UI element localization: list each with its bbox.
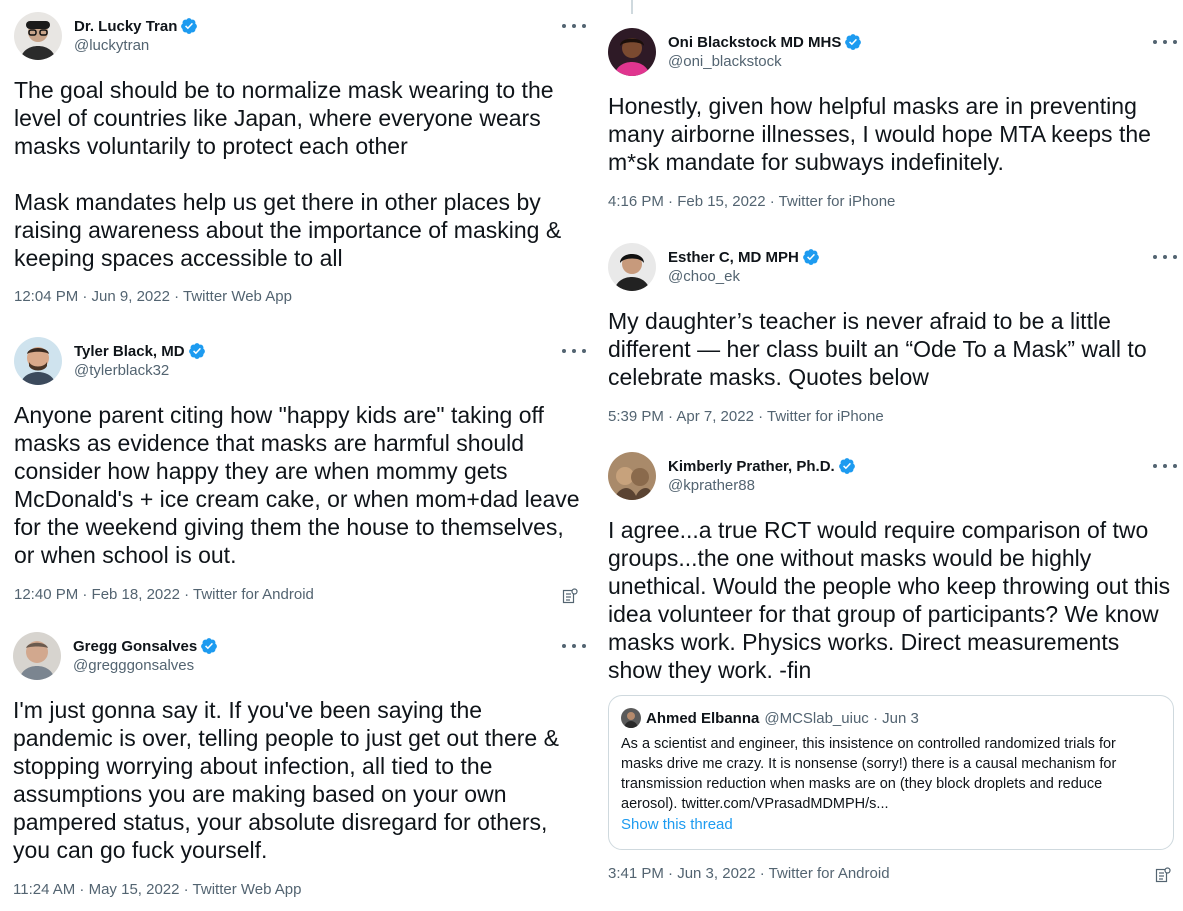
tweet-paragraph: I agree...a true RCT would require compa…	[608, 517, 1171, 683]
author-handle[interactable]: @luckytran	[74, 37, 149, 54]
author-handle[interactable]: @tylerblack32	[74, 362, 169, 379]
quoted-author-name: Ahmed Elbanna	[646, 709, 760, 727]
author-handle[interactable]: @choo_ek	[668, 268, 740, 285]
show-thread-link[interactable]: Show this thread	[621, 816, 733, 833]
avatar[interactable]	[14, 337, 62, 385]
avatar[interactable]	[14, 12, 62, 60]
verified-badge-icon	[802, 248, 820, 266]
tweet-paragraph: The goal should be to normalize mask wea…	[14, 77, 554, 159]
avatar[interactable]	[608, 243, 656, 291]
more-options-icon[interactable]	[562, 638, 586, 654]
tweet-timestamp[interactable]: 3:41 PM · Jun 3, 2022 · Twitter for Andr…	[608, 865, 890, 882]
tweet-text: Anyone parent citing how "happy kids are…	[14, 401, 584, 569]
tweet-luckytran: Dr. Lucky Tran @luckytran The goal shoul…	[14, 12, 586, 312]
quoted-tweet[interactable]: Ahmed Elbanna @MCSlab_uiuc · Jun 3 As a …	[608, 695, 1174, 850]
verified-badge-icon	[180, 17, 198, 35]
tweet-text: I'm just gonna say it. If you've been sa…	[13, 696, 573, 864]
analytics-icon[interactable]	[1155, 867, 1171, 883]
author-name-text[interactable]: Dr. Lucky Tran	[74, 18, 177, 35]
tweet-paragraph: Honestly, given how helpful masks are in…	[608, 93, 1151, 175]
quoted-tweet-header: Ahmed Elbanna @MCSlab_uiuc · Jun 3	[621, 708, 919, 728]
more-options-icon[interactable]	[562, 343, 586, 359]
tweet-timestamp[interactable]: 12:04 PM · Jun 9, 2022 · Twitter Web App	[14, 288, 292, 305]
tweet-oni-blackstock: Oni Blackstock MD MHS @oni_blackstock Ho…	[608, 28, 1177, 218]
author-name[interactable]: Dr. Lucky Tran	[74, 17, 198, 35]
author-name-text[interactable]: Esther C, MD MPH	[668, 249, 799, 266]
author-name-text[interactable]: Oni Blackstock MD MHS	[668, 34, 841, 51]
tweet-timestamp[interactable]: 12:40 PM · Feb 18, 2022 · Twitter for An…	[14, 586, 314, 603]
verified-badge-icon	[188, 342, 206, 360]
tweet-timestamp[interactable]: 11:24 AM · May 15, 2022 · Twitter Web Ap…	[13, 881, 302, 898]
quoted-avatar	[621, 708, 641, 728]
analytics-icon[interactable]	[562, 588, 578, 604]
tweet-paragraph: My daughter’s teacher is never afraid to…	[608, 308, 1147, 390]
tweet-tylerblack32: Tyler Black, MD @tylerblack32 Anyone par…	[14, 337, 586, 607]
author-name-text[interactable]: Kimberly Prather, Ph.D.	[668, 458, 835, 475]
tweet-text: I agree...a true RCT would require compa…	[608, 516, 1174, 684]
tweet-kprather88: Kimberly Prather, Ph.D. @kprather88 I ag…	[608, 452, 1177, 892]
more-options-icon[interactable]	[562, 18, 586, 34]
tweet-gregggonsalves: Gregg Gonsalves @gregggonsalves I'm just…	[13, 632, 586, 902]
more-options-icon[interactable]	[1153, 458, 1177, 474]
author-handle[interactable]: @oni_blackstock	[668, 53, 782, 70]
more-options-icon[interactable]	[1153, 249, 1177, 265]
author-name[interactable]: Oni Blackstock MD MHS	[668, 33, 862, 51]
tweet-text: My daughter’s teacher is never afraid to…	[608, 307, 1174, 391]
quoted-tweet-text: As a scientist and engineer, this insist…	[621, 736, 1117, 812]
tweet-text: Honestly, given how helpful masks are in…	[608, 92, 1174, 176]
author-name[interactable]: Gregg Gonsalves	[73, 637, 218, 655]
author-handle[interactable]: @kprather88	[668, 477, 755, 494]
author-name-text[interactable]: Tyler Black, MD	[74, 343, 185, 360]
verified-badge-icon	[838, 457, 856, 475]
author-handle[interactable]: @gregggonsalves	[73, 657, 194, 674]
author-name[interactable]: Tyler Black, MD	[74, 342, 206, 360]
verified-badge-icon	[844, 33, 862, 51]
thread-connector	[631, 0, 633, 14]
avatar[interactable]	[13, 632, 61, 680]
tweet-paragraph: I'm just gonna say it. If you've been sa…	[13, 697, 559, 863]
more-options-icon[interactable]	[1153, 34, 1177, 50]
tweet-paragraph: Anyone parent citing how "happy kids are…	[14, 402, 580, 568]
tweet-choo-ek: Esther C, MD MPH @choo_ek My daughter’s …	[608, 243, 1177, 433]
tweet-timestamp[interactable]: 4:16 PM · Feb 15, 2022 · Twitter for iPh…	[608, 193, 895, 210]
tweet-text: The goal should be to normalize mask wea…	[14, 76, 574, 272]
tweet-timestamp[interactable]: 5:39 PM · Apr 7, 2022 · Twitter for iPho…	[608, 408, 884, 425]
avatar[interactable]	[608, 452, 656, 500]
author-name[interactable]: Kimberly Prather, Ph.D.	[668, 457, 856, 475]
author-name[interactable]: Esther C, MD MPH	[668, 248, 820, 266]
author-name-text[interactable]: Gregg Gonsalves	[73, 638, 197, 655]
avatar[interactable]	[608, 28, 656, 76]
tweet-paragraph: Mask mandates help us get there in other…	[14, 189, 562, 271]
verified-badge-icon	[200, 637, 218, 655]
quoted-author-handle-date: @MCSlab_uiuc · Jun 3	[764, 709, 919, 727]
